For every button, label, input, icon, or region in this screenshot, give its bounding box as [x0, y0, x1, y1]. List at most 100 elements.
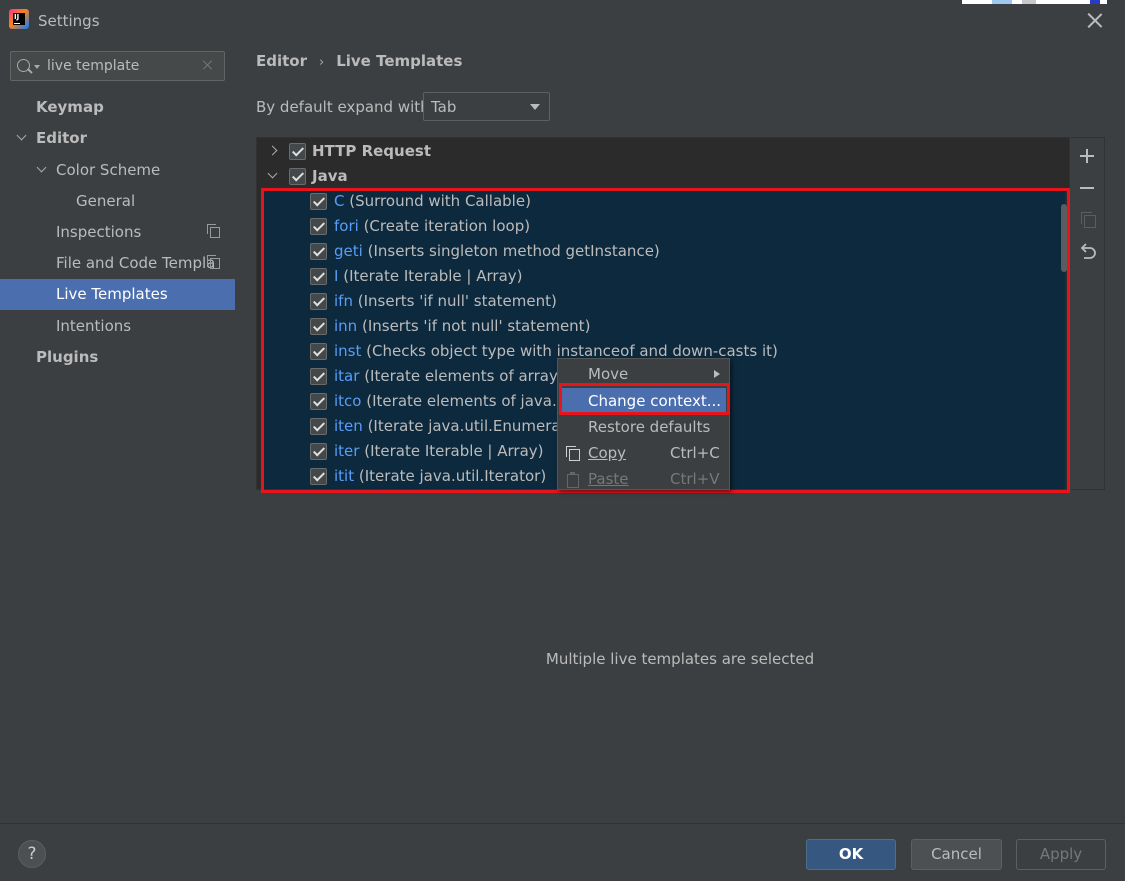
- window-title: Settings: [38, 12, 100, 30]
- submenu-arrow-icon: [714, 370, 720, 378]
- vertical-scrollbar[interactable]: [1061, 204, 1067, 272]
- menu-item-label: Change context...: [588, 392, 722, 410]
- sidebar-item-live-templates[interactable]: Live Templates: [0, 279, 235, 310]
- restore-icon[interactable]: [1078, 242, 1098, 262]
- template-abbreviation: itco: [334, 392, 362, 410]
- intellij-logo-icon: IJ: [9, 9, 29, 29]
- search-icon: [17, 59, 30, 72]
- search-history-dropdown-icon[interactable]: [34, 65, 40, 69]
- search-input[interactable]: [47, 56, 197, 76]
- template-checkbox[interactable]: [310, 293, 327, 310]
- template-abbreviation: inst: [334, 342, 362, 360]
- menu-item-move[interactable]: Move: [558, 361, 729, 387]
- template-description: (Inserts 'if not null' statement): [361, 317, 591, 335]
- template-abbreviation: iten: [334, 417, 363, 435]
- ok-button[interactable]: OK: [806, 839, 896, 870]
- sidebar-item-inspections[interactable]: Inspections: [0, 217, 235, 248]
- sidebar-item-color-scheme[interactable]: Color Scheme: [0, 155, 235, 186]
- sidebar-item-general[interactable]: General: [0, 186, 235, 217]
- template-description: (Inserts 'if null' statement): [357, 292, 557, 310]
- dialog-button-bar: ? OK Cancel Apply: [0, 823, 1125, 881]
- template-checkbox[interactable]: [310, 193, 327, 210]
- add-icon[interactable]: [1078, 146, 1098, 166]
- template-row[interactable]: fori (Create iteration loop): [257, 214, 1069, 239]
- template-checkbox[interactable]: [310, 443, 327, 460]
- chevron-down-icon: [530, 104, 540, 110]
- template-abbreviation: fori: [334, 217, 359, 235]
- breadcrumb-separator: ›: [319, 55, 325, 70]
- group-checkbox[interactable]: [289, 143, 306, 160]
- background-window-strip: [962, 0, 1107, 4]
- template-description: (Surround with Callable): [349, 192, 531, 210]
- sidebar-item-label: Editor: [36, 129, 87, 147]
- template-abbreviation: I: [334, 267, 339, 285]
- template-checkbox[interactable]: [310, 418, 327, 435]
- menu-item-shortcut: Ctrl+C: [670, 444, 720, 462]
- help-button[interactable]: ?: [18, 840, 46, 868]
- sidebar-item-label: Live Templates: [56, 285, 168, 303]
- sidebar-item-label: Plugins: [36, 348, 99, 366]
- menu-item-label: Restore defaults: [588, 418, 711, 436]
- template-abbreviation: ifn: [334, 292, 353, 310]
- template-checkbox[interactable]: [310, 343, 327, 360]
- template-group-http-request[interactable]: HTTP Request: [257, 139, 1069, 164]
- template-checkbox[interactable]: [310, 393, 327, 410]
- tree-toolbar: [1071, 137, 1105, 490]
- sidebar-item-plugins[interactable]: Plugins: [0, 342, 235, 373]
- clear-search-icon[interactable]: [202, 59, 214, 71]
- template-checkbox[interactable]: [310, 468, 327, 485]
- template-description: (Create iteration loop): [363, 217, 531, 235]
- breadcrumb-parent[interactable]: Editor: [256, 52, 307, 70]
- template-row[interactable]: I (Iterate Iterable | Array): [257, 264, 1069, 289]
- close-icon[interactable]: [1086, 11, 1104, 29]
- paste-icon: [566, 472, 580, 488]
- template-row[interactable]: inn (Inserts 'if not null' statement): [257, 314, 1069, 339]
- menu-item-paste: Paste Ctrl+V: [558, 466, 729, 492]
- group-checkbox[interactable]: [289, 168, 306, 185]
- menu-item-copy[interactable]: Copy Ctrl+C: [558, 440, 729, 466]
- sidebar-item-intentions[interactable]: Intentions: [0, 311, 235, 342]
- remove-icon[interactable]: [1078, 178, 1098, 198]
- title-bar: IJ Settings: [0, 0, 1125, 40]
- template-checkbox[interactable]: [310, 268, 327, 285]
- template-row[interactable]: C (Surround with Callable): [257, 189, 1069, 214]
- sidebar-item-label: File and Code Templa: [56, 254, 216, 272]
- template-checkbox[interactable]: [310, 243, 327, 260]
- template-abbreviation: itar: [334, 367, 360, 385]
- menu-item-label: Copy: [588, 444, 627, 462]
- sidebar-item-file-and-code-templates[interactable]: File and Code Templa: [0, 248, 235, 279]
- template-abbreviation: itit: [334, 467, 355, 485]
- breadcrumb-current: Live Templates: [336, 52, 463, 70]
- template-description: (Iterate Iterable | Array): [364, 442, 544, 460]
- selection-info-text: Multiple live templates are selected: [545, 650, 815, 668]
- chevron-right-icon[interactable]: [267, 145, 278, 156]
- project-settings-icon: [207, 255, 220, 269]
- menu-item-restore-defaults[interactable]: Restore defaults: [558, 414, 729, 440]
- menu-item-label: Paste: [588, 470, 629, 488]
- template-checkbox[interactable]: [310, 368, 327, 385]
- duplicate-icon[interactable]: [1078, 210, 1098, 230]
- template-group-java[interactable]: Java: [257, 164, 1069, 189]
- cancel-button[interactable]: Cancel: [911, 839, 1002, 870]
- template-checkbox[interactable]: [310, 218, 327, 235]
- chevron-down-icon[interactable]: [36, 162, 47, 173]
- template-abbreviation: geti: [334, 242, 363, 260]
- sidebar-item-label: General: [76, 192, 136, 210]
- template-checkbox[interactable]: [310, 318, 327, 335]
- settings-sidebar: Keymap Editor Color Scheme General Inspe…: [0, 40, 235, 823]
- chevron-down-icon[interactable]: [267, 168, 278, 179]
- settings-search-box[interactable]: [10, 51, 225, 81]
- breadcrumb: Editor › Live Templates: [256, 52, 462, 70]
- expand-with-select[interactable]: Tab: [423, 92, 550, 121]
- chevron-down-icon[interactable]: [16, 130, 27, 141]
- template-abbreviation: inn: [334, 317, 358, 335]
- sidebar-item-label: Intentions: [56, 317, 132, 335]
- apply-button[interactable]: Apply: [1016, 839, 1106, 870]
- template-row[interactable]: ifn (Inserts 'if null' statement): [257, 289, 1069, 314]
- sidebar-item-keymap[interactable]: Keymap: [0, 92, 235, 123]
- sidebar-item-editor[interactable]: Editor: [0, 123, 235, 154]
- template-description: (Iterate java.util.Iterator): [358, 467, 547, 485]
- menu-item-change-context[interactable]: Change context...: [562, 388, 726, 414]
- sidebar-item-label: Keymap: [36, 98, 104, 116]
- template-row[interactable]: geti (Inserts singleton method getInstan…: [257, 239, 1069, 264]
